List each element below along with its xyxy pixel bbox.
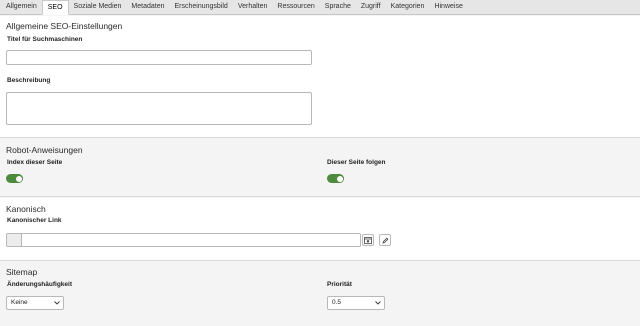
priority-label: Priorität	[327, 281, 352, 288]
canonical-section: Kanonisch Kanonischer Link	[0, 198, 640, 261]
tab-erscheinungsbild[interactable]: Erscheinungsbild	[170, 0, 233, 14]
tab-bar: Allgemein SEO Soziale Medien Metadaten E…	[0, 0, 640, 15]
description-textarea[interactable]	[6, 92, 312, 125]
canonical-section-title: Kanonisch	[6, 204, 46, 214]
tab-ressourcen[interactable]: Ressourcen	[272, 0, 319, 14]
chevron-down-icon	[54, 297, 60, 309]
tab-hinweise[interactable]: Hinweise	[429, 0, 467, 14]
canonical-link-label: Kanonischer Link	[7, 217, 62, 224]
tab-allgemein[interactable]: Allgemein	[1, 0, 42, 14]
tab-sprache[interactable]: Sprache	[320, 0, 356, 14]
follow-label: Dieser Seite folgen	[327, 159, 386, 166]
frequency-value: Keine	[11, 299, 28, 306]
tab-zugriff[interactable]: Zugriff	[356, 0, 386, 14]
tab-seo[interactable]: SEO	[41, 0, 69, 15]
index-label: Index dieser Seite	[7, 159, 63, 166]
edit-link-button[interactable]	[379, 234, 391, 246]
follow-toggle[interactable]	[327, 174, 344, 183]
link-browser-button[interactable]	[362, 234, 374, 246]
index-toggle[interactable]	[6, 174, 23, 183]
seo-title-label: Titel für Suchmaschinen	[7, 36, 83, 43]
priority-value: 0.5	[332, 299, 342, 306]
tab-verhalten[interactable]: Verhalten	[233, 0, 273, 14]
link-type-addon	[6, 233, 21, 247]
toggle-knob	[336, 175, 343, 182]
chevron-down-icon	[375, 297, 381, 309]
robots-section-title: Robot-Anweisungen	[6, 145, 83, 155]
toggle-knob	[15, 175, 22, 182]
frequency-select[interactable]: Keine	[6, 296, 64, 310]
pencil-icon	[381, 237, 388, 244]
link-browser-icon	[364, 236, 372, 244]
robots-section: Robot-Anweisungen Index dieser Seite Die…	[0, 139, 640, 197]
priority-select[interactable]: 0.5	[327, 296, 385, 310]
tab-metadaten[interactable]: Metadaten	[126, 0, 169, 14]
tab-kategorien[interactable]: Kategorien	[386, 0, 430, 14]
sitemap-section-title: Sitemap	[6, 267, 38, 277]
tab-soziale-medien[interactable]: Soziale Medien	[69, 0, 127, 14]
sitemap-section: Sitemap Änderungshäufigkeit Keine Priori…	[0, 262, 640, 326]
seo-title-input[interactable]	[6, 50, 312, 65]
description-label: Beschreibung	[7, 77, 51, 84]
seo-section: Allgemeine SEO-Einstellungen Titel für S…	[0, 16, 640, 138]
canonical-link-input[interactable]	[21, 233, 361, 247]
frequency-label: Änderungshäufigkeit	[7, 281, 73, 288]
seo-section-title: Allgemeine SEO-Einstellungen	[6, 21, 123, 31]
